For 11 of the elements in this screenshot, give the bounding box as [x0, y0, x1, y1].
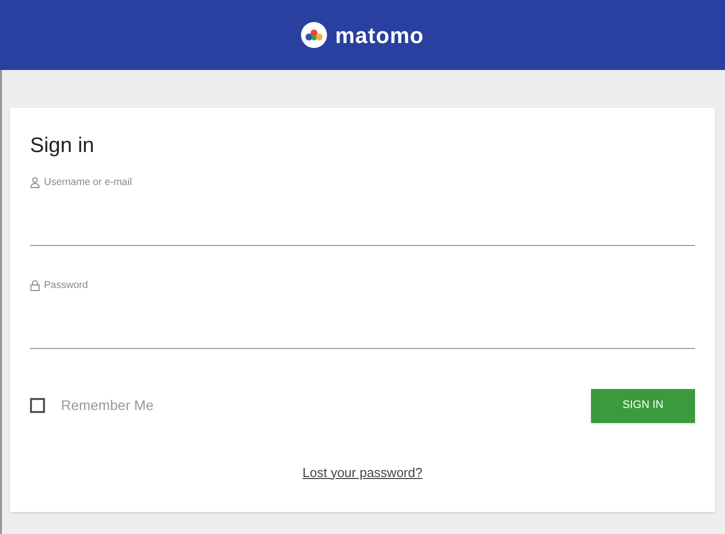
brand-name: matomo [335, 22, 424, 50]
form-title: Sign in [30, 133, 96, 159]
password-field[interactable]: Password [30, 278, 695, 348]
sign-in-button[interactable]: SIGN IN [591, 388, 695, 422]
username-field[interactable]: Username or e-mail [30, 176, 695, 246]
user-icon [30, 176, 40, 188]
remember-label: Remember Me [61, 396, 154, 415]
lost-password-link[interactable]: Lost your password? [302, 462, 422, 482]
lock-icon [30, 280, 40, 290]
remember-checkbox[interactable] [30, 398, 45, 413]
logo-icon [301, 22, 328, 48]
